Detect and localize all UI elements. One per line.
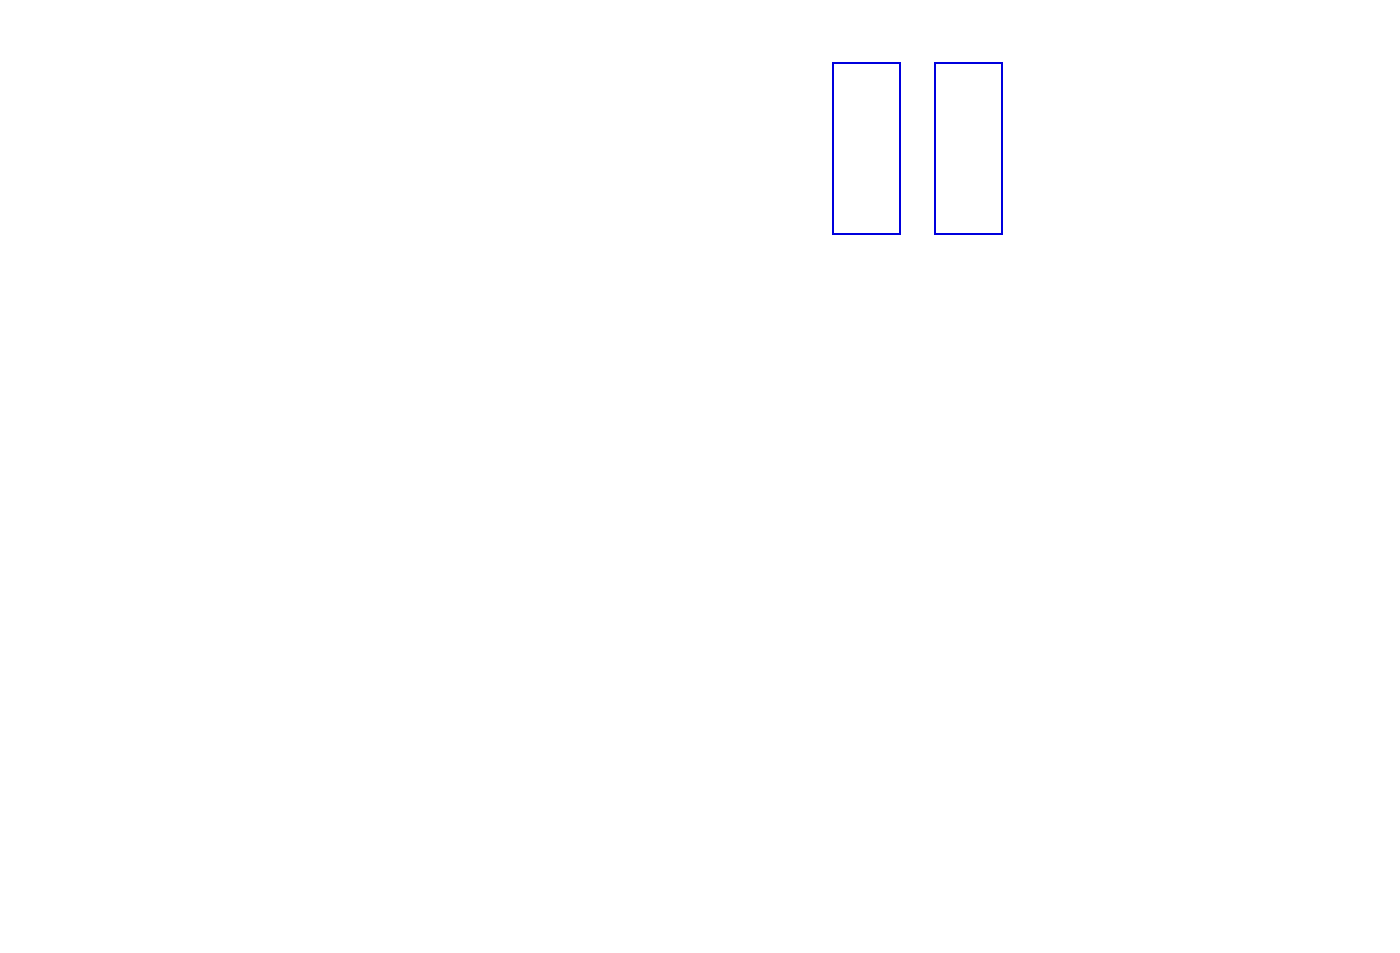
clean-image-canvas <box>936 64 1001 233</box>
lineflux-map-panel <box>225 510 425 722</box>
fiber-positions-panel <box>40 510 240 722</box>
with-sky-canvas <box>834 64 899 233</box>
elixer-report-page <box>0 0 1400 953</box>
header-meta <box>1040 4 1060 19</box>
with-sky-image <box>832 62 901 235</box>
hsc-cutout-panel <box>415 510 615 722</box>
spec2d-panel <box>443 31 795 255</box>
clean-image-panel <box>922 33 1022 245</box>
clean-image-image <box>934 62 1003 235</box>
with-sky-panel <box>820 33 920 245</box>
